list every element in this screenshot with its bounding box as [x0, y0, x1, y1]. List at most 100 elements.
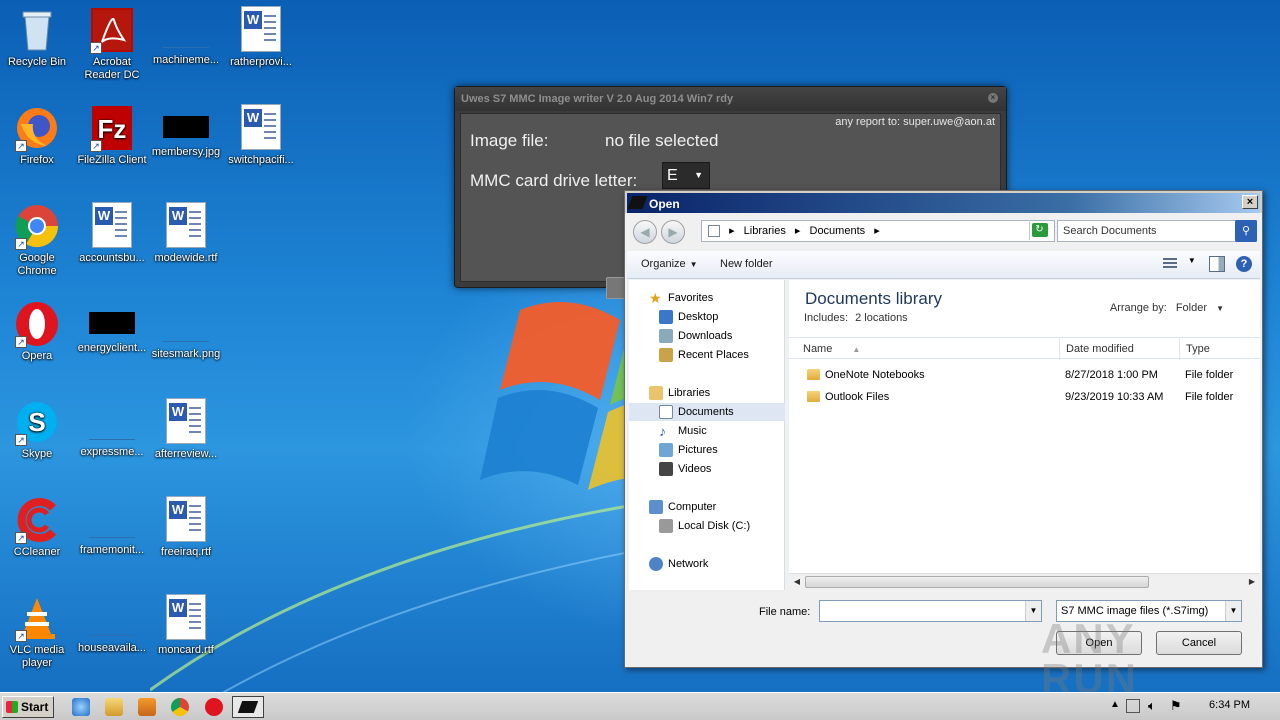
desktop-icon-ccleaner[interactable]: ↗ CCleaner	[0, 496, 74, 559]
desktop-icon-label: moncard.rtf	[158, 644, 214, 656]
breadcrumb-documents[interactable]: Documents	[810, 225, 866, 237]
chevron-down-icon[interactable]: ▼	[1216, 304, 1224, 313]
file-explorer-icon[interactable]	[105, 698, 123, 716]
breadcrumb-libraries[interactable]: Libraries	[744, 225, 786, 237]
nav-desktop[interactable]: Desktop	[629, 308, 785, 326]
desktop-icon-recycle-bin[interactable]: Recycle Bin	[0, 6, 74, 69]
breadcrumb-separator: ▸	[794, 225, 801, 237]
desktop-icon-sitesmark[interactable]: sitesmark.png	[149, 300, 223, 361]
desktop-icon-firefox[interactable]: ↗ Firefox	[0, 104, 74, 167]
nav-computer[interactable]: Computer	[629, 498, 785, 516]
forward-button[interactable]: ▶	[661, 220, 685, 244]
chevron-down-icon[interactable]: ▼	[1188, 256, 1198, 272]
desktop-icon-ratherprovi[interactable]: W ratherprovi...	[224, 6, 298, 69]
column-type[interactable]: Type	[1180, 338, 1260, 360]
arrange-select[interactable]: Folder	[1176, 302, 1207, 314]
window-title-bar[interactable]: Uwes S7 MMC Image writer V 2.0 Aug 2014 …	[455, 87, 1006, 111]
nav-documents[interactable]: Documents	[629, 403, 785, 421]
desktop-icon-label: expressme...	[80, 446, 144, 458]
libraries-icon	[649, 386, 663, 400]
nav-recent-places[interactable]: Recent Places	[629, 346, 785, 364]
desktop-icon-modewide[interactable]: W modewide.rtf	[149, 202, 223, 265]
volume-icon[interactable]: 🔈︎	[1148, 698, 1156, 714]
desktop-icon-machineme[interactable]: machineme...	[149, 6, 223, 67]
desktop-icon-acrobat[interactable]: ↗ Acrobat Reader DC	[75, 6, 149, 82]
desktop-icon-switchpacifi[interactable]: W switchpacifi...	[224, 104, 298, 167]
desktop-icon-skype[interactable]: S ↗ Skype	[0, 398, 74, 461]
desktop-icon-framemonit[interactable]: framemonit...	[75, 496, 149, 557]
help-icon[interactable]: ?	[1236, 256, 1252, 272]
dialog-title-bar[interactable]: Open ×	[625, 191, 1262, 213]
change-view-icon[interactable]	[1162, 258, 1177, 270]
file-row[interactable]: OneNote Notebooks 8/27/2018 1:00 PM File…	[789, 364, 1260, 386]
organize-button[interactable]: Organize ▼	[641, 258, 698, 270]
media-player-icon[interactable]	[138, 698, 156, 716]
scroll-thumb[interactable]	[805, 576, 1149, 588]
new-folder-button[interactable]: New folder	[720, 258, 773, 270]
chevron-down-icon[interactable]: ▼	[1225, 601, 1241, 621]
action-center-flag-icon[interactable]: ⚑	[1170, 698, 1182, 714]
computer-icon	[649, 500, 663, 514]
network-icon	[649, 557, 663, 571]
desktop-icon-membersy[interactable]: membersy.jpg	[149, 104, 223, 159]
nav-libraries[interactable]: Libraries	[629, 384, 785, 402]
desktop-icon-opera[interactable]: ↗ Opera	[0, 300, 74, 363]
preview-pane-icon[interactable]	[1208, 256, 1225, 272]
column-name[interactable]: Name ▲	[797, 338, 1060, 360]
nav-downloads[interactable]: Downloads	[629, 327, 785, 345]
taskbar-s7-image-writer[interactable]	[232, 696, 264, 718]
close-icon[interactable]: ×	[988, 93, 998, 103]
search-input[interactable]: Search Documents ⚲	[1057, 220, 1257, 242]
desktop-icon-freeiraq[interactable]: W freeiraq.rtf	[149, 496, 223, 559]
scroll-right-icon[interactable]: ▶	[1246, 576, 1258, 588]
chevron-down-icon[interactable]: ▼	[1025, 601, 1041, 621]
file-icon	[163, 332, 209, 342]
column-date-modified[interactable]: Date modified	[1060, 338, 1180, 360]
nav-local-disk[interactable]: Local Disk (C:)	[629, 517, 785, 535]
desktop-icon-accountsbu[interactable]: W accountsbu...	[75, 202, 149, 265]
folder-icon	[807, 369, 820, 380]
show-hidden-icons-icon[interactable]: ▲	[1110, 699, 1120, 710]
desktop-icon-afterreview[interactable]: W afterreview...	[149, 398, 223, 461]
network-tray-icon[interactable]	[1126, 699, 1140, 713]
nav-network[interactable]: Network	[629, 555, 785, 573]
nav-label: Network	[668, 558, 709, 570]
horizontal-scrollbar[interactable]: ◀ ▶	[789, 573, 1260, 590]
desktop-icon-filezilla[interactable]: Fz ↗ FileZilla Client	[75, 104, 149, 167]
file-name-input[interactable]: ▼	[819, 600, 1042, 622]
address-bar[interactable]: ▸ Libraries ▸ Documents ▸ ▼	[701, 220, 1055, 242]
nav-music[interactable]: ♪ Music	[629, 422, 785, 440]
desktop-icon-google-chrome[interactable]: ↗ Google Chrome	[0, 202, 74, 278]
internet-explorer-icon[interactable]	[72, 698, 90, 716]
desktop-icon-expressme[interactable]: expressme...	[75, 398, 149, 459]
includes-label: Includes:	[804, 312, 849, 324]
desktop-icon-label: freeiraq.rtf	[160, 546, 212, 558]
nav-favorites[interactable]: ★ Favorites	[629, 289, 785, 307]
nav-pictures[interactable]: Pictures	[629, 441, 785, 459]
close-button[interactable]: ×	[1242, 195, 1258, 209]
chrome-icon[interactable]	[171, 698, 189, 716]
nav-videos[interactable]: Videos	[629, 460, 785, 478]
open-file-dialog[interactable]: Open × ◀ ▶ ▸ Libraries ▸ Documents ▸ ▼ ↻…	[624, 190, 1263, 692]
desktop-icon-houseavaila[interactable]: houseavaila...	[75, 594, 149, 655]
drive-letter-select[interactable]: E ▼	[662, 162, 710, 189]
word-document-icon: W	[166, 496, 206, 542]
nav-label: Pictures	[678, 444, 718, 456]
desktop-icon-moncard[interactable]: W moncard.rtf	[149, 594, 223, 657]
desktop-icon-vlc[interactable]: ↗ VLC media player	[0, 594, 74, 670]
clock[interactable]: 6:34 PM	[1209, 699, 1250, 711]
includes-locations-link[interactable]: 2 locations	[855, 312, 908, 324]
documents-icon	[659, 405, 673, 419]
file-row[interactable]: Outlook Files 9/23/2019 10:33 AM File fo…	[789, 386, 1260, 408]
library-title: Documents library	[805, 289, 942, 308]
file-icon	[163, 38, 209, 48]
refresh-button[interactable]: ↻	[1029, 220, 1049, 240]
scroll-left-icon[interactable]: ◀	[791, 576, 803, 588]
search-icon[interactable]: ⚲	[1235, 220, 1257, 242]
dialog-title: Open	[649, 197, 680, 211]
desktop: Recycle Bin ↗ Firefox ↗ Google Chrome ↗ …	[0, 0, 1280, 692]
opera-icon[interactable]	[205, 698, 223, 716]
desktop-icon-energyclient[interactable]: energyclient...	[75, 300, 149, 355]
back-button[interactable]: ◀	[633, 220, 657, 244]
start-button[interactable]: Start	[2, 696, 54, 718]
